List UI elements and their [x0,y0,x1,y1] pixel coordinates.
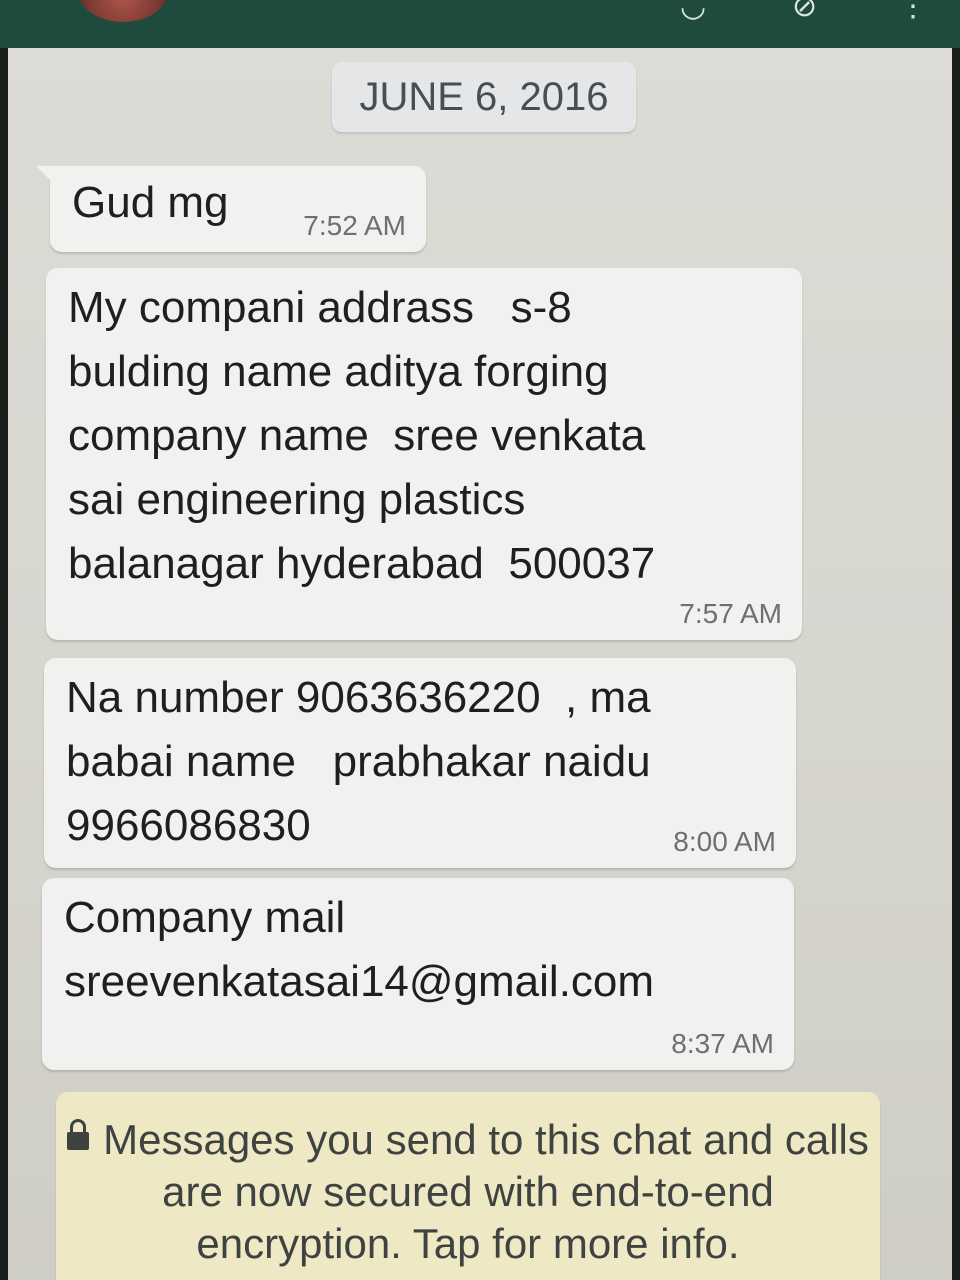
date-label: JUNE 6, 2016 [359,75,609,119]
call-icon[interactable]: ◡ [680,0,706,22]
chat-area[interactable]: JUNE 6, 2016 Gud mg 7:52 AM My compani a… [8,48,952,1280]
message-time: 7:57 AM [679,598,782,629]
message-time: 7:52 AM [303,210,406,241]
message-time: 8:37 AM [671,1028,774,1059]
message-bubble[interactable]: My compani addrass s-8 bulding name adit… [46,268,802,640]
attach-icon[interactable]: ⊘ [792,0,817,22]
date-divider: JUNE 6, 2016 [332,62,636,132]
message-bubble[interactable]: Company mail sreevenkatasai14@gmail.com … [42,878,794,1070]
message-text: Gud mg [72,178,229,227]
chat-header: ◡ ⊘ ⋮ [0,0,960,48]
contact-avatar[interactable] [78,0,168,22]
encryption-notice-text: Messages you send to this chat and calls… [103,1116,869,1267]
message-time: 8:00 AM [673,826,776,857]
bubble-tail [36,166,64,194]
menu-icon[interactable]: ⋮ [898,0,928,22]
message-bubble[interactable]: Gud mg 7:52 AM [36,166,426,252]
lock-icon [67,1119,90,1150]
message-text: Na number 9063636220 , ma babai name pra… [66,673,651,850]
message-bubble[interactable]: Na number 9063636220 , ma babai name pra… [44,658,796,868]
encryption-notice[interactable]: Messages you send to this chat and calls… [56,1092,880,1280]
message-text: My compani addrass s-8 bulding name adit… [68,283,656,588]
message-text: Company mail sreevenkatasai14@gmail.com [64,893,655,1006]
